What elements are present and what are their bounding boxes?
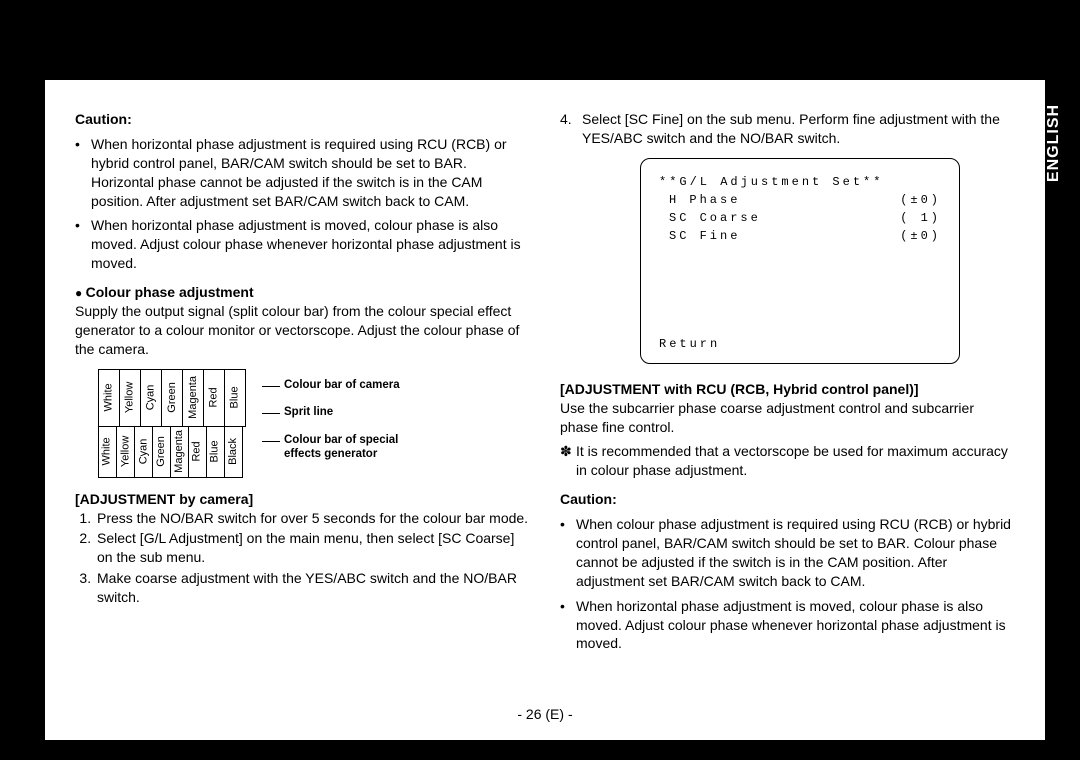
cb-label-sprit: Sprit line [262, 406, 400, 420]
step-item: Make coarse adjustment with the YES/ABC … [95, 569, 530, 607]
adjustment-by-camera-steps: Press the NO/BAR switch for over 5 secon… [75, 509, 530, 607]
caution-item: • When horizontal phase adjustment is re… [75, 135, 530, 211]
caution-text: When colour phase adjustment is required… [576, 515, 1015, 591]
vectorscope-note: ✽ It is recommended that a vectorscope b… [560, 442, 1015, 480]
caution-text: When horizontal phase adjustment is move… [576, 597, 1015, 654]
cb-cell: Yellow [116, 426, 135, 478]
caution-heading: Caution: [560, 490, 1015, 509]
caution-text: When horizontal phase adjustment is requ… [91, 135, 530, 211]
bullet-icon: • [560, 597, 576, 654]
note-mark-icon: ✽ [560, 442, 576, 480]
cb-cell: Yellow [119, 369, 141, 427]
bullet-icon: • [75, 216, 91, 273]
colour-bar-camera-row: White Yellow Cyan Green Magenta Red Blue [99, 369, 246, 427]
language-tab-label: ENGLISH [1045, 104, 1063, 182]
caution-text: When horizontal phase adjustment is move… [91, 216, 530, 273]
section-heading-colour-phase: Colour phase adjustment [75, 283, 530, 302]
cb-cell: White [98, 369, 120, 427]
osd-row-label: H Phase [669, 191, 740, 209]
step-item: Select [G/L Adjustment] on the main menu… [95, 529, 530, 567]
osd-panel: **G/L Adjustment Set** H Phase (±0) SC C… [640, 158, 960, 364]
adjustment-with-rcu-body: Use the subcarrier phase coarse adjustme… [560, 399, 1015, 437]
caution-item: • When horizontal phase adjustment is mo… [560, 597, 1015, 654]
bullet-icon: • [75, 135, 91, 211]
left-column: Caution: • When horizontal phase adjustm… [75, 110, 530, 653]
cb-cell: Magenta [182, 369, 204, 427]
cb-cell: Red [188, 426, 207, 478]
osd-return: Return [659, 335, 941, 353]
page-number: - 26 (E) - [45, 705, 1045, 724]
osd-row: SC Coarse ( 1) [669, 209, 941, 227]
manual-page: Caution: • When horizontal phase adjustm… [45, 80, 1045, 740]
osd-row-value: (±0) [900, 227, 941, 245]
caution-item: • When horizontal phase adjustment is mo… [75, 216, 530, 273]
section-body: Supply the output signal (split colour b… [75, 302, 530, 359]
step-number: 4. [560, 110, 582, 148]
cb-cell: White [98, 426, 117, 478]
osd-row: H Phase (±0) [669, 191, 941, 209]
step-text: Select [SC Fine] on the sub menu. Perfor… [582, 110, 1015, 148]
cb-cell: Magenta [170, 426, 189, 478]
osd-row-value: ( 1) [900, 209, 941, 227]
cb-cell: Green [161, 369, 183, 427]
colour-bar-diagram: White Yellow Cyan Green Magenta Red Blue… [99, 369, 530, 478]
osd-row-label: SC Fine [669, 227, 740, 245]
cb-cell: Cyan [134, 426, 153, 478]
colour-bar-labels: Colour bar of camera Sprit line Colour b… [262, 379, 400, 468]
step-item: Press the NO/BAR switch for over 5 secon… [95, 509, 530, 528]
step-4: 4. Select [SC Fine] on the sub menu. Per… [560, 110, 1015, 148]
adjustment-by-camera-heading: [ADJUSTMENT by camera] [75, 490, 530, 509]
colour-bar-effects-row: White Yellow Cyan Green Magenta Red Blue… [99, 426, 246, 478]
adjustment-with-rcu-heading: [ADJUSTMENT with RCU (RCB, Hybrid contro… [560, 380, 1015, 399]
cb-cell: Cyan [140, 369, 162, 427]
osd-title: **G/L Adjustment Set** [659, 173, 941, 191]
bullet-icon: • [560, 515, 576, 591]
cb-cell: Red [203, 369, 225, 427]
cb-cell: Blue [224, 369, 246, 427]
cb-label-bot: Colour bar of special effects generator [262, 434, 400, 462]
cb-cell: Blue [206, 426, 225, 478]
cb-label-top: Colour bar of camera [262, 379, 400, 393]
osd-row: SC Fine (±0) [669, 227, 941, 245]
caution-item: • When colour phase adjustment is requir… [560, 515, 1015, 591]
osd-row-value: (±0) [900, 191, 941, 209]
cb-cell: Black [224, 426, 243, 478]
osd-row-label: SC Coarse [669, 209, 761, 227]
cb-cell: Green [152, 426, 171, 478]
note-text: It is recommended that a vectorscope be … [576, 442, 1015, 480]
caution-heading: Caution: [75, 110, 530, 129]
right-column: 4. Select [SC Fine] on the sub menu. Per… [560, 110, 1015, 653]
